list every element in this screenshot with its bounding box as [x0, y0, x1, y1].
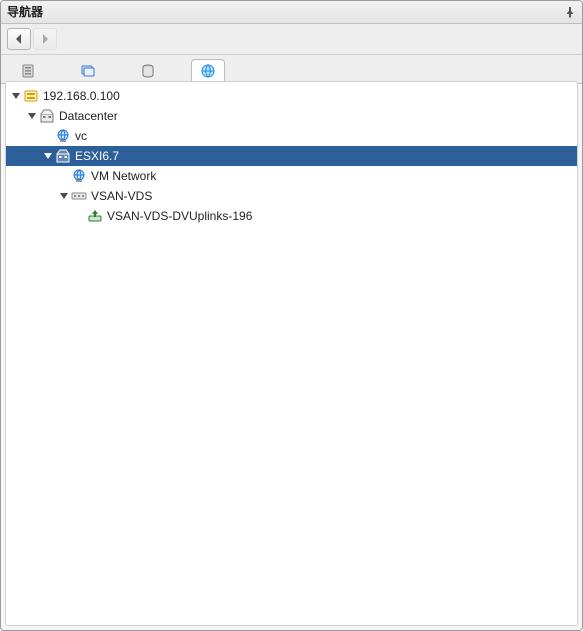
- forward-button[interactable]: [33, 28, 57, 50]
- history-nav: [1, 24, 582, 55]
- tree-node-label: VSAN-VDS-DVUplinks-196: [107, 209, 260, 223]
- std-network-icon: [71, 168, 87, 184]
- tree-node-vc-net[interactable]: vc: [6, 126, 577, 146]
- disclosure-triangle-icon[interactable]: [42, 150, 54, 162]
- navigator-panel: 导航器 192.168.0.100 Datacenter vc ESXI6.7 VM N…: [0, 0, 583, 631]
- tree-node-label: VSAN-VDS: [91, 189, 160, 203]
- tree-node-label: VM Network: [91, 169, 164, 183]
- tree-node-label: ESXI6.7: [75, 149, 127, 163]
- tree-node-label: vc: [75, 129, 95, 143]
- tree-node-vmnet[interactable]: VM Network: [6, 166, 577, 186]
- disclosure-triangle-icon[interactable]: [10, 90, 22, 102]
- network-icon: [200, 63, 216, 82]
- tree-node-dc[interactable]: Datacenter: [6, 106, 577, 126]
- storage-icon: [140, 63, 156, 82]
- tree-node-vds[interactable]: VSAN-VDS: [6, 186, 577, 206]
- tree-node-label: 192.168.0.100: [43, 89, 128, 103]
- pin-icon[interactable]: [564, 6, 576, 18]
- inventory-tree-container[interactable]: 192.168.0.100 Datacenter vc ESXI6.7 VM Netwo…: [5, 81, 578, 626]
- dvs-icon: [71, 188, 87, 204]
- inventory-tabs: [1, 55, 582, 84]
- tree-node-esxi[interactable]: ESXI6.7: [6, 146, 577, 166]
- tree-node-uplinks[interactable]: VSAN-VDS-DVUplinks-196: [6, 206, 577, 226]
- hosts-icon: [20, 63, 36, 82]
- panel-titlebar: 导航器: [1, 1, 582, 24]
- tree-node-label: Datacenter: [59, 109, 126, 123]
- disclosure-triangle-icon[interactable]: [58, 190, 70, 202]
- std-network-icon: [55, 128, 71, 144]
- panel-title: 导航器: [7, 1, 564, 23]
- inventory-tree: 192.168.0.100 Datacenter vc ESXI6.7 VM Netwo…: [6, 82, 577, 226]
- tree-node-vc[interactable]: 192.168.0.100: [6, 86, 577, 106]
- datacenter-icon: [55, 148, 71, 164]
- back-button[interactable]: [7, 28, 31, 50]
- disclosure-triangle-icon[interactable]: [26, 110, 38, 122]
- vms-icon: [80, 63, 96, 82]
- vcenter-icon: [23, 88, 39, 104]
- uplink-pg-icon: [87, 208, 103, 224]
- datacenter-icon: [39, 108, 55, 124]
